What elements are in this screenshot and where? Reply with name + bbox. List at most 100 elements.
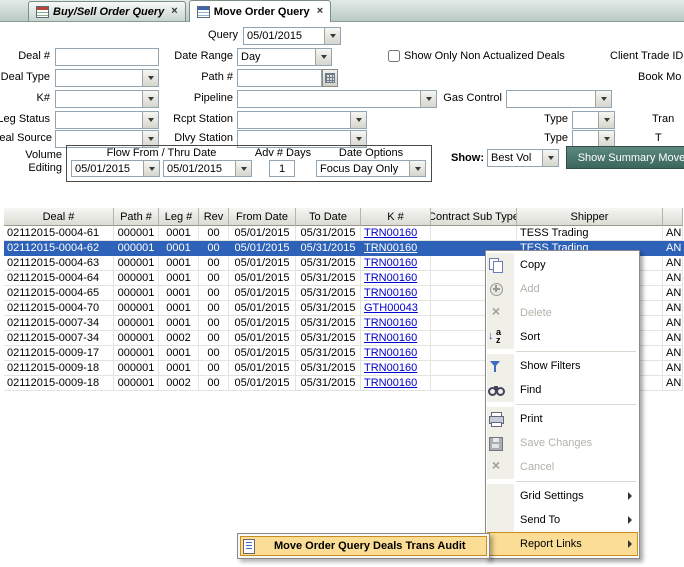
column-header-from-date[interactable]: From Date	[229, 208, 296, 226]
tab-close-icon[interactable]: ×	[317, 6, 323, 17]
dropdown-arrow-icon[interactable]	[409, 161, 425, 176]
k-number-link[interactable]: TRN00160	[364, 242, 417, 254]
query-label: Query	[150, 29, 238, 41]
k-number-link[interactable]: TRN00160	[364, 227, 417, 239]
leg-status-select[interactable]	[55, 111, 159, 129]
cell: 05/31/2015	[296, 271, 361, 286]
flow-thru-date-select[interactable]: 05/01/2015	[163, 160, 252, 177]
show-select[interactable]: Best Vol	[487, 149, 559, 167]
k-number-link[interactable]: TRN00160	[364, 317, 417, 329]
dropdown-arrow-icon[interactable]	[350, 112, 366, 128]
cell: TRN00160	[361, 316, 431, 331]
k-number-link[interactable]: TRN00160	[364, 362, 417, 374]
deal-number-input[interactable]	[55, 48, 159, 66]
date-range-value: Day	[238, 51, 315, 63]
flow-from-date-select[interactable]: 05/01/2015	[71, 160, 160, 177]
cell: 02112015-0004-63	[4, 256, 114, 271]
dropdown-arrow-icon[interactable]	[598, 131, 614, 147]
dropdown-arrow-icon[interactable]	[315, 49, 331, 65]
tab-buy-sell-order-query[interactable]: Buy/Sell Order Query ×	[28, 1, 186, 21]
submenu-arrow-icon	[628, 492, 632, 500]
dropdown-arrow-icon[interactable]	[595, 91, 611, 107]
dropdown-arrow-icon[interactable]	[143, 161, 159, 176]
column-header-leg[interactable]: Leg #	[159, 208, 199, 226]
rcpt-type-select[interactable]	[572, 111, 615, 129]
report-icon	[240, 538, 266, 554]
date-options-value: Focus Day Only	[317, 163, 409, 175]
adv-days-input[interactable]	[269, 160, 295, 177]
cell: 02112015-0007-34	[4, 331, 114, 346]
menu-item-delete[interactable]: ×Delete	[487, 301, 638, 325]
dropdown-arrow-icon[interactable]	[598, 112, 614, 128]
gas-control-select[interactable]	[506, 90, 612, 108]
no-icon	[487, 512, 514, 528]
column-header-shipper[interactable]: Shipper	[517, 208, 663, 226]
dropdown-arrow-icon[interactable]	[235, 161, 251, 176]
show-only-non-actualized-checkbox[interactable]	[388, 50, 400, 62]
path-number-input[interactable]	[237, 69, 322, 87]
menu-item-label: Find	[514, 384, 541, 396]
column-header-deal[interactable]: Deal #	[4, 208, 114, 226]
k-number-link[interactable]: TRN00160	[364, 377, 417, 389]
query-date-select[interactable]: 05/01/2015	[243, 27, 341, 45]
pipeline-label: Pipeline	[150, 92, 233, 104]
menu-item-show-filters[interactable]: Show Filters	[487, 354, 638, 378]
path-lookup-button[interactable]	[322, 69, 338, 87]
dropdown-arrow-icon[interactable]	[542, 150, 558, 166]
k-number-link[interactable]: TRN00160	[364, 257, 417, 269]
date-options-select[interactable]: Focus Day Only	[316, 160, 426, 177]
show-summary-move-button[interactable]: Show Summary Move	[566, 146, 684, 169]
k-number-link[interactable]: TRN00160	[364, 287, 417, 299]
menu-item-label: Grid Settings	[514, 490, 584, 502]
table-row[interactable]: 02112015-0004-6100000100010005/01/201505…	[4, 226, 684, 241]
menu-item-grid-settings[interactable]: Grid Settings	[487, 484, 638, 508]
find-icon	[487, 382, 514, 398]
cell: 000001	[114, 346, 159, 361]
column-header-to-date[interactable]: To Date	[296, 208, 361, 226]
dropdown-arrow-icon[interactable]	[420, 91, 436, 107]
cell: ANR	[663, 286, 683, 301]
column-header-rev[interactable]: Rev	[199, 208, 229, 226]
date-range-select[interactable]: Day	[237, 48, 332, 66]
deal-type-select[interactable]	[55, 69, 159, 87]
buy-sell-query-icon	[36, 6, 49, 18]
menu-item-report-links[interactable]: Report Links	[487, 532, 638, 556]
k-number-link[interactable]: TRN00160	[364, 272, 417, 284]
menu-item-send-to[interactable]: Send To	[487, 508, 638, 532]
cell: TRN00160	[361, 256, 431, 271]
column-header-contract-sub-type[interactable]: Contract Sub Type	[431, 208, 517, 226]
submenu-item-move-order-query-deals-trans-audit[interactable]: Move Order Query Deals Trans Audit	[240, 536, 487, 556]
column-header-path[interactable]: Path #	[114, 208, 159, 226]
menu-item-sort[interactable]: ↓azSort	[487, 325, 638, 349]
cell: 000001	[114, 331, 159, 346]
menu-item-find[interactable]: Find	[487, 378, 638, 402]
copy-icon	[487, 257, 514, 273]
cell: TRN00160	[361, 271, 431, 286]
cell: TRN00160	[361, 376, 431, 391]
grid-header-row: Deal #Path #Leg #RevFrom DateTo DateK #C…	[4, 208, 684, 226]
menu-item-copy[interactable]: Copy	[487, 253, 638, 277]
add-icon	[487, 281, 514, 297]
k-number-select[interactable]	[55, 90, 159, 108]
tab-close-icon[interactable]: ×	[171, 6, 177, 17]
menu-item-print[interactable]: Print	[487, 407, 638, 431]
cell: 00	[199, 331, 229, 346]
cell: 05/31/2015	[296, 286, 361, 301]
k-number-link[interactable]: GTH00043	[364, 302, 418, 314]
menu-item-save-changes[interactable]: Save Changes	[487, 431, 638, 455]
rcpt-station-select[interactable]	[237, 111, 367, 129]
k-number-link[interactable]: TRN00160	[364, 347, 417, 359]
cell: 02112015-0004-62	[4, 241, 114, 256]
column-header-k[interactable]: K #	[361, 208, 431, 226]
k-number-link[interactable]: TRN00160	[364, 332, 417, 344]
tab-bar: Buy/Sell Order Query × Move Order Query …	[0, 0, 684, 22]
tab-move-order-query[interactable]: Move Order Query ×	[189, 0, 331, 22]
column-header-blank[interactable]	[663, 208, 683, 226]
cell: 0001	[159, 346, 199, 361]
menu-item-cancel[interactable]: ×Cancel	[487, 455, 638, 479]
cell: 00	[199, 241, 229, 256]
pipeline-select[interactable]	[237, 90, 437, 108]
cell: TESS Trading	[517, 226, 663, 241]
menu-item-add[interactable]: Add	[487, 277, 638, 301]
dropdown-arrow-icon[interactable]	[324, 28, 340, 44]
